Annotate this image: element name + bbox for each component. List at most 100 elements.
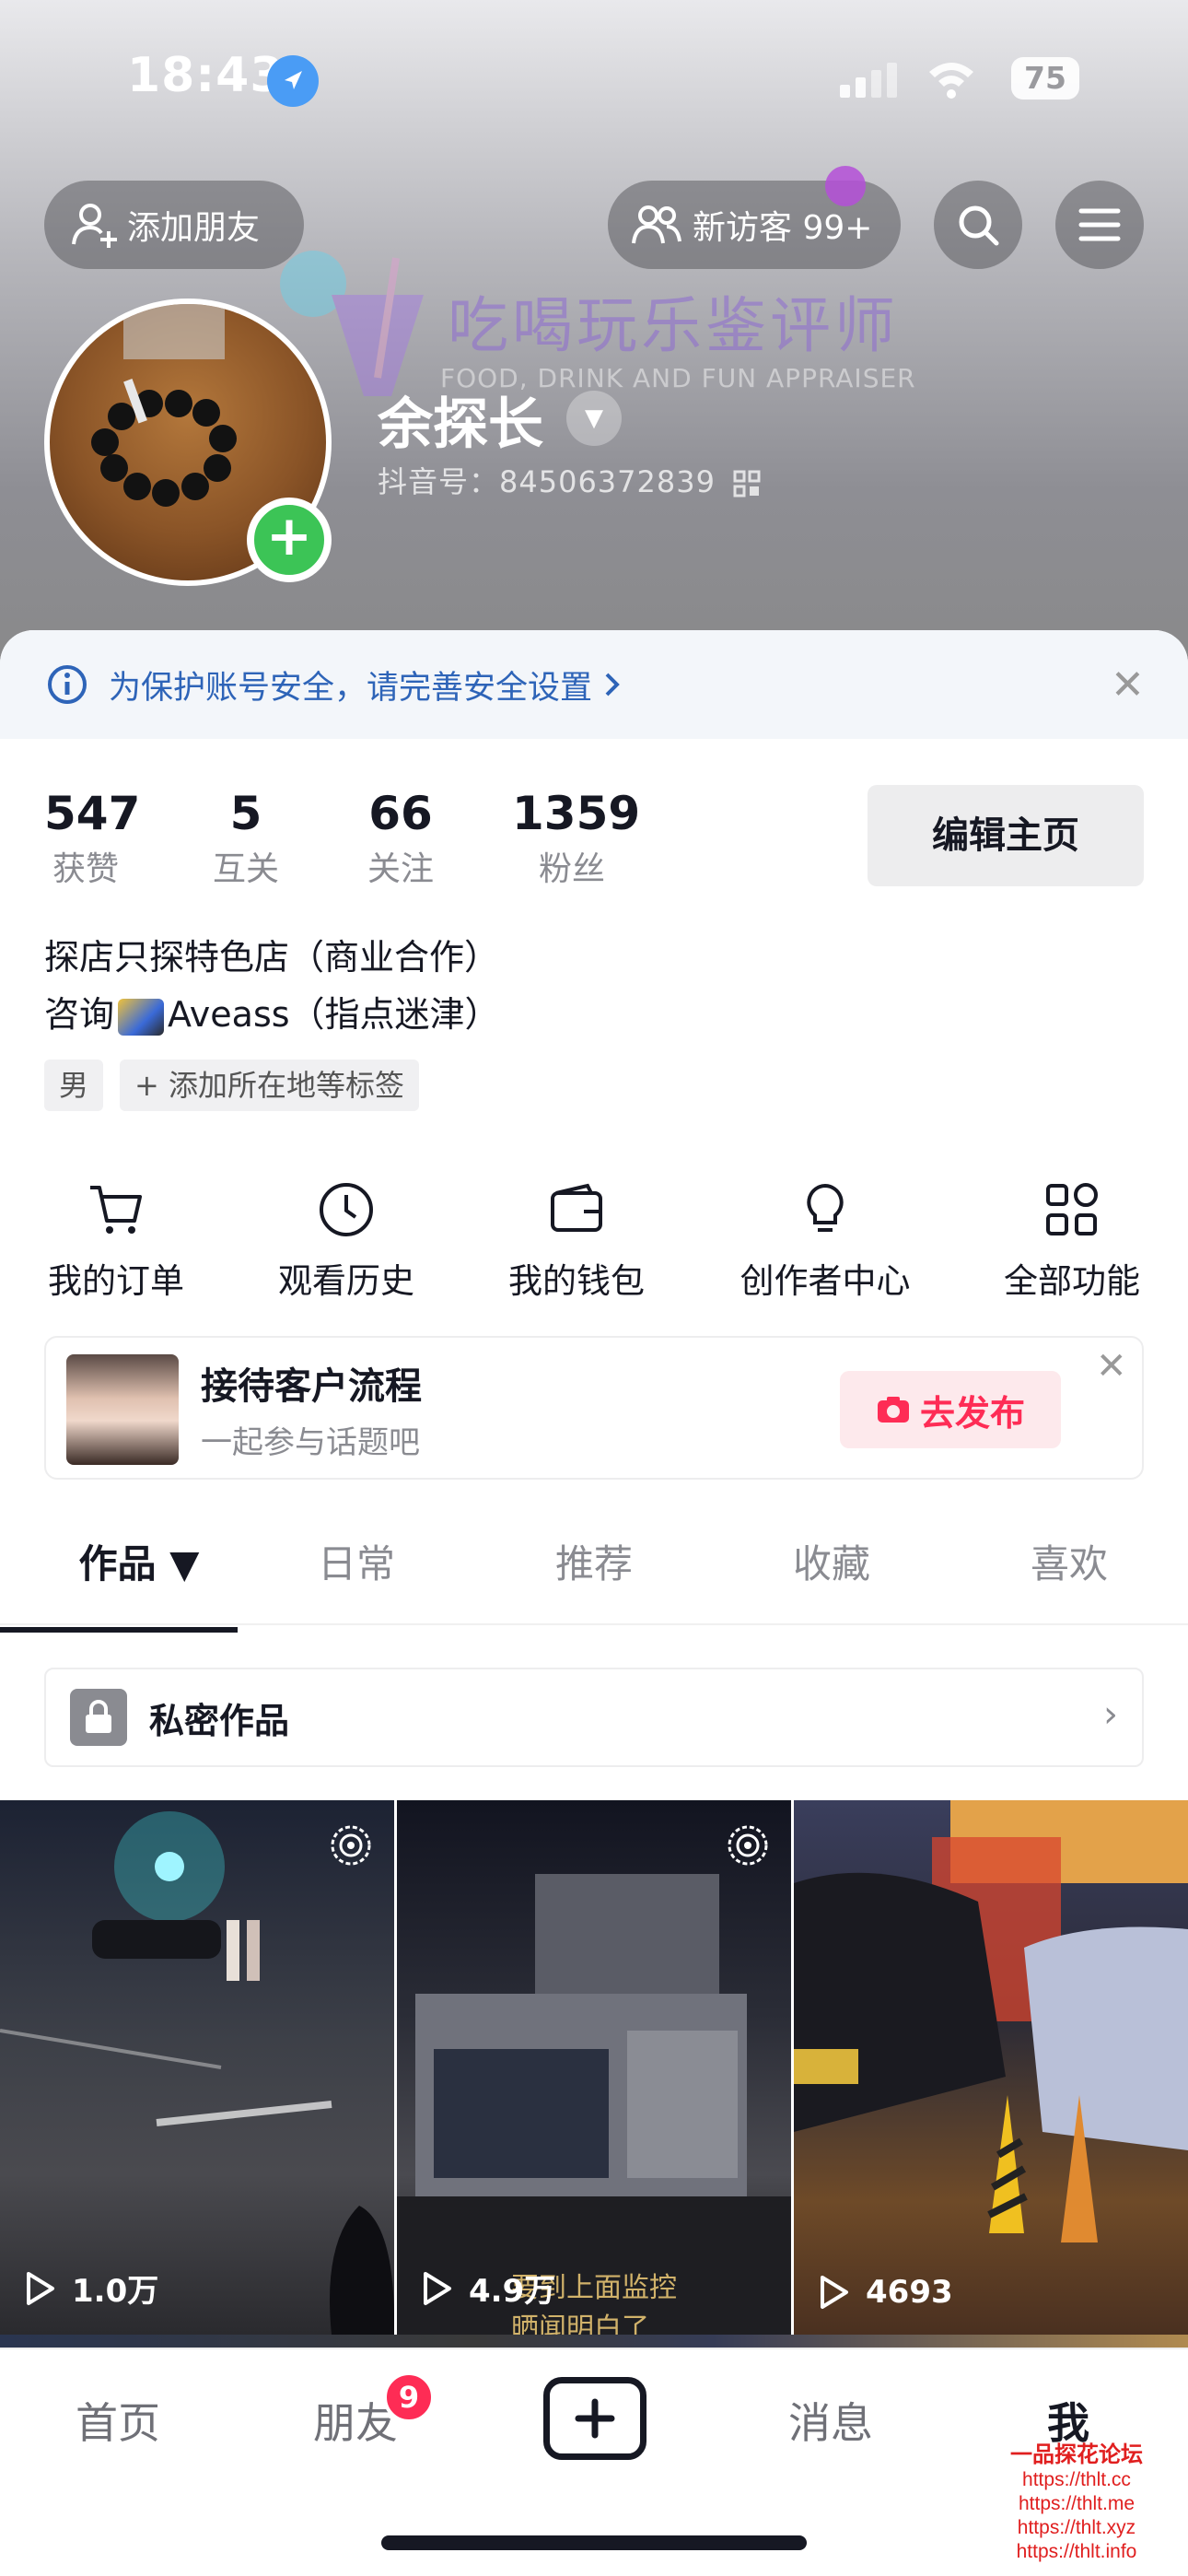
bio-line-2-pre: 咨询 [44, 994, 115, 1035]
active-tab-indicator [0, 1627, 238, 1633]
promo-thumbnail [66, 1354, 179, 1465]
add-avatar-button[interactable]: + [247, 498, 332, 582]
watch-history-button[interactable]: 观看历史 [236, 1176, 457, 1303]
battery-icon: 75 [1011, 57, 1079, 100]
creator-center-button[interactable]: 创作者中心 [715, 1176, 936, 1303]
forum-watermark-title: 一品探花论坛 [1010, 2441, 1143, 2467]
status-bar: 18:43 75 [0, 0, 1188, 157]
chevron-right-icon: › [1103, 1693, 1118, 1736]
stat-following[interactable]: 66 关注 [359, 787, 442, 890]
private-works-row[interactable]: 私密作品 › [44, 1668, 1144, 1767]
publish-label: 去发布 [919, 1392, 1025, 1434]
menu-icon [1078, 208, 1121, 241]
qr-code-icon [733, 470, 761, 498]
stat-following-num: 66 [368, 787, 433, 840]
tab-favorites[interactable]: 收藏 [713, 1515, 950, 1625]
play-count-text: 4693 [866, 2274, 953, 2311]
profile-tags: 男 + 添加所在地等标签 [44, 1060, 436, 1111]
stat-followers-label: 粉丝 [538, 850, 605, 888]
visitor-dot [825, 166, 866, 206]
signal-icon [840, 63, 903, 98]
pinned-icon [328, 1822, 374, 1872]
nav-messages[interactable]: 消息 [729, 2390, 932, 2451]
wifi-icon [926, 57, 977, 101]
plus-icon [575, 2398, 615, 2439]
forum-url: https://thlt.xyz [1017, 2517, 1136, 2538]
watermark-logo-text: 吃喝玩乐鉴评师 [448, 290, 899, 361]
stat-mutual-label: 互关 [212, 850, 279, 888]
video-thumbnail-1[interactable]: 1.0万 [0, 1800, 394, 2335]
video-thumbnail-3[interactable]: 4693 [794, 1800, 1188, 2335]
add-user-icon [72, 204, 117, 248]
info-icon [48, 665, 87, 704]
profile-bio: 探店只探特色店（商业合作） 咨询 Aveass（指点迷津） [44, 929, 500, 1043]
grid-icon [1046, 1183, 1098, 1235]
menu-button[interactable] [1055, 181, 1144, 269]
add-location-tag-button[interactable]: + 添加所在地等标签 [120, 1060, 420, 1111]
creator-center-label: 创作者中心 [740, 1261, 911, 1301]
stat-likes[interactable]: 547 获赞 [44, 787, 140, 890]
tab-likes[interactable]: 喜欢 [950, 1515, 1188, 1625]
pinned-icon [725, 1822, 771, 1872]
create-button[interactable] [543, 2377, 646, 2460]
play-icon [821, 2276, 848, 2309]
play-count: 4693 [818, 2274, 953, 2311]
video-grid: 1.0万 要到上面监控 晒闻明白了 4.9万 4693 [0, 1800, 1188, 2335]
play-count: 1.0万 [24, 2266, 158, 2311]
add-friend-button[interactable]: 添加朋友 [44, 181, 304, 269]
lightbulb-icon [807, 1183, 844, 1232]
security-notice-text: 为保护账号安全，请完善安全设置 [109, 669, 593, 707]
bio-line-2-post: Aveass（指点迷津） [168, 994, 500, 1035]
close-icon[interactable]: ✕ [1111, 662, 1145, 708]
account-switch-chevron-icon[interactable]: ▼ [566, 391, 622, 446]
cart-icon [90, 1186, 142, 1234]
restaurant-scene [794, 1800, 1188, 2242]
all-functions-button[interactable]: 全部功能 [961, 1176, 1182, 1303]
douyin-id[interactable]: 抖音号：84506372839 [378, 459, 761, 501]
watch-history-label: 观看历史 [278, 1261, 414, 1301]
bio-line-1: 探店只探特色店（商业合作） [44, 937, 500, 978]
my-orders-button[interactable]: 我的订单 [6, 1176, 227, 1303]
security-notice[interactable]: 为保护账号安全，请完善安全设置 [0, 630, 1188, 739]
forum-watermark: 一品探花论坛 https://thlt.cc https://thlt.me h… [980, 2436, 1173, 2564]
publish-button[interactable]: 去发布 [840, 1371, 1061, 1448]
profile-screen: 18:43 75 添加朋友 新访客 99+ 吃喝玩乐鉴评师 FOOD, DRIN… [0, 0, 1188, 2576]
video-thumbnail-2[interactable]: 要到上面监控 晒闻明白了 4.9万 [397, 1800, 791, 2335]
edit-profile-button[interactable]: 编辑主页 [868, 785, 1144, 886]
nav-home[interactable]: 首页 [17, 2390, 219, 2451]
location-arrow-icon [267, 55, 319, 107]
visitors-icon [632, 205, 681, 244]
promo-title: 接待客户流程 [201, 1365, 422, 1408]
bio-line-2: 咨询 Aveass（指点迷津） [44, 986, 500, 1043]
tab-recommended[interactable]: 推荐 [475, 1515, 713, 1625]
my-orders-label: 我的订单 [48, 1261, 184, 1301]
star-emoji-icon [118, 998, 165, 1036]
building-scene [397, 1874, 791, 2335]
play-icon [424, 2271, 451, 2305]
stat-mutual[interactable]: 5 互关 [204, 787, 287, 890]
stat-mutual-num: 5 [229, 787, 262, 840]
private-works-label: 私密作品 [149, 1700, 290, 1741]
stat-followers[interactable]: 1359 粉丝 [512, 787, 641, 890]
new-visitors-label: 新访客 99+ [693, 209, 873, 247]
tab-daily[interactable]: 日常 [238, 1515, 475, 1625]
camera-icon [877, 1397, 909, 1423]
play-count-text: 4.9万 [469, 2273, 556, 2310]
status-time: 18:43 [127, 48, 285, 103]
content-tabs: 作品 ▼ 日常 推荐 收藏 喜欢 [0, 1515, 1188, 1625]
forum-url: https://thlt.cc [1022, 2469, 1131, 2490]
profile-header: 18:43 75 添加朋友 新访客 99+ 吃喝玩乐鉴评师 FOOD, DRIN… [0, 0, 1188, 700]
close-icon[interactable]: ✕ [1096, 1345, 1127, 1388]
home-indicator[interactable] [381, 2535, 807, 2550]
promo-subtitle: 一起参与话题吧 [201, 1424, 420, 1461]
street-scene [0, 1811, 394, 2335]
stat-followers-num: 1359 [512, 787, 641, 840]
my-wallet-label: 我的钱包 [508, 1261, 645, 1301]
topic-promo-card[interactable]: 接待客户流程 一起参与话题吧 去发布 ✕ [44, 1336, 1144, 1480]
tab-works[interactable]: 作品 ▼ [20, 1515, 258, 1625]
gender-tag: 男 [44, 1060, 104, 1111]
search-button[interactable] [934, 181, 1022, 269]
stat-likes-label: 获赞 [52, 850, 119, 888]
my-wallet-button[interactable]: 我的钱包 [466, 1176, 687, 1303]
profile-card: 为保护账号安全，请完善安全设置 ✕ 547 获赞 5 互关 66 关注 1359 粉丝 … [0, 630, 1188, 2576]
